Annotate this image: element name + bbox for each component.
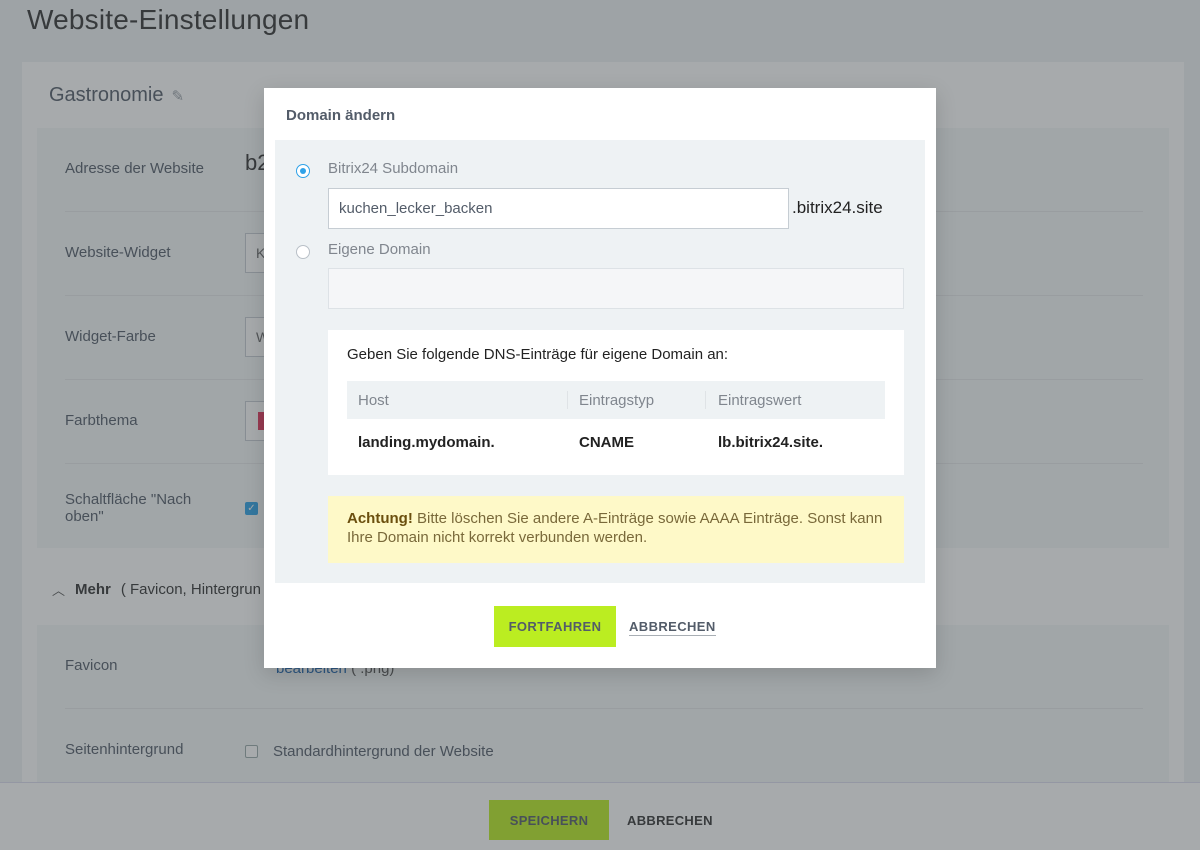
subdomain-radio[interactable] bbox=[296, 164, 310, 178]
dns-cell-value: lb.bitrix24.site. bbox=[718, 434, 824, 451]
custom-domain-radio[interactable] bbox=[296, 245, 310, 259]
subdomain-input[interactable] bbox=[328, 188, 789, 229]
dns-header-type: Eintragstyp bbox=[579, 392, 655, 409]
dns-cell-host: landing.mydomain. bbox=[358, 434, 495, 451]
warning-box: Achtung! Bitte löschen Sie andere A-Eint… bbox=[328, 496, 904, 563]
custom-domain-option-label: Eigene Domain bbox=[328, 241, 431, 258]
subdomain-suffix: .bitrix24.site bbox=[792, 198, 883, 217]
column-divider bbox=[705, 391, 706, 409]
dns-intro-text: Geben Sie folgende DNS-Einträge für eige… bbox=[347, 346, 729, 363]
custom-domain-input[interactable] bbox=[328, 268, 904, 309]
dialog-cancel-button[interactable]: ABBRECHEN bbox=[629, 619, 716, 636]
dns-table-header: Host Eintragstyp Eintragswert bbox=[347, 381, 885, 419]
column-divider bbox=[567, 391, 568, 409]
domain-change-dialog: Domain ändern Bitrix24 Subdomain .bitrix… bbox=[264, 88, 936, 668]
dns-info-box: Geben Sie folgende DNS-Einträge für eige… bbox=[328, 330, 904, 475]
dialog-body: Bitrix24 Subdomain .bitrix24.site Eigene… bbox=[275, 140, 925, 583]
dialog-title: Domain ändern bbox=[286, 107, 396, 124]
dns-header-value: Eintragswert bbox=[718, 392, 802, 409]
dns-header-host: Host bbox=[358, 392, 389, 409]
continue-button[interactable]: FORTFAHREN bbox=[494, 606, 616, 647]
dns-cell-type: CNAME bbox=[579, 434, 634, 451]
warning-text: Bitte löschen Sie andere A-Einträge sowi… bbox=[347, 510, 883, 546]
warning-strong: Achtung! bbox=[347, 510, 413, 527]
subdomain-option-label: Bitrix24 Subdomain bbox=[328, 160, 459, 177]
